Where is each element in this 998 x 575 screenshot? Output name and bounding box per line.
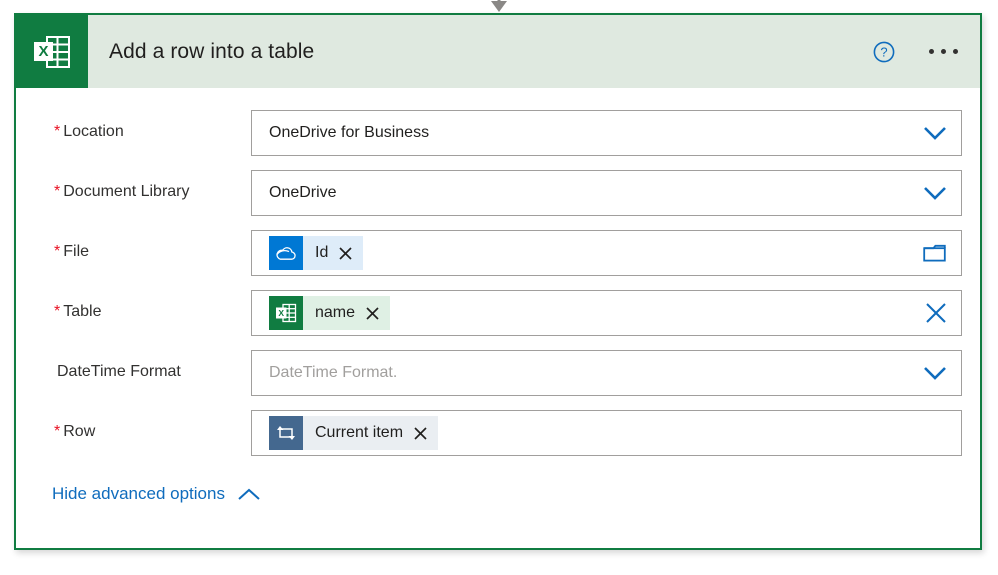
connector-arrow: [491, 0, 507, 12]
field-label-location: * Location: [34, 110, 251, 141]
token-text-file: Id: [315, 244, 329, 261]
card-title: Add a row into a table: [109, 39, 315, 63]
field-row-document-library: * Document Library OneDrive: [34, 170, 962, 216]
excel-icon: X: [269, 296, 303, 330]
card-header[interactable]: X Add a row into a table ?: [16, 15, 980, 88]
token-body-row: Current item: [303, 416, 439, 450]
field-label-document-library: * Document Library: [34, 170, 251, 201]
field-label-row: * Row: [34, 410, 251, 441]
datetime-format-placeholder: DateTime Format.: [269, 364, 398, 381]
field-row-table: * Table X name: [34, 290, 962, 336]
chevron-down-icon[interactable]: [923, 111, 947, 155]
location-value: OneDrive for Business: [269, 124, 430, 141]
row-input[interactable]: Current item: [251, 410, 962, 456]
file-input[interactable]: Id: [251, 230, 962, 276]
token-body-file: Id: [303, 236, 364, 270]
required-marker: *: [54, 183, 61, 200]
clear-x-icon[interactable]: [925, 291, 947, 335]
chevron-down-icon[interactable]: [923, 351, 947, 395]
field-label-file: * File: [34, 230, 251, 261]
onedrive-cloud-icon: [269, 236, 303, 270]
document-library-value: OneDrive: [269, 184, 337, 201]
help-circle-icon[interactable]: ?: [873, 41, 895, 63]
hide-advanced-options-label: Hide advanced options: [52, 484, 225, 503]
label-text: Document Library: [63, 183, 190, 200]
label-text: Location: [63, 123, 124, 140]
hide-advanced-options-link[interactable]: Hide advanced options: [52, 484, 261, 504]
token-chip-table[interactable]: X name: [269, 296, 391, 330]
excel-icon: X: [16, 15, 88, 88]
svg-text:X: X: [38, 43, 48, 60]
folder-icon[interactable]: [923, 231, 947, 275]
field-label-datetime-format: DateTime Format: [34, 350, 251, 381]
svg-text:?: ?: [880, 44, 887, 59]
field-row-datetime-format: DateTime Format DateTime Format.: [34, 350, 962, 396]
card-header-actions: ?: [873, 15, 960, 88]
datetime-format-dropdown[interactable]: DateTime Format.: [251, 350, 962, 396]
label-text: File: [63, 243, 90, 260]
close-icon[interactable]: [366, 306, 379, 320]
label-text: Row: [63, 423, 96, 440]
action-card: X Add a row into a table ? * Location One…: [14, 13, 982, 550]
required-marker: *: [54, 303, 61, 320]
token-body-table: name: [303, 296, 391, 330]
required-marker: *: [54, 423, 61, 440]
token-text-row: Current item: [315, 424, 404, 441]
field-row-row: * Row Current item: [34, 410, 962, 456]
chevron-down-icon[interactable]: [923, 171, 947, 215]
card-body: * Location OneDrive for Business * Documen…: [16, 88, 980, 504]
location-dropdown[interactable]: OneDrive for Business: [251, 110, 962, 156]
apply-to-each-loop-icon: [269, 416, 303, 450]
token-text-table: name: [315, 304, 356, 321]
document-library-dropdown[interactable]: OneDrive: [251, 170, 962, 216]
close-icon[interactable]: [339, 246, 352, 260]
ellipsis-icon[interactable]: [927, 43, 960, 60]
svg-text:X: X: [278, 308, 284, 318]
required-marker: *: [54, 123, 61, 140]
field-row-location: * Location OneDrive for Business: [34, 110, 962, 156]
required-marker: *: [54, 243, 61, 260]
field-label-table: * Table: [34, 290, 251, 321]
table-input[interactable]: X name: [251, 290, 962, 336]
token-chip-row[interactable]: Current item: [269, 416, 439, 450]
token-chip-file[interactable]: Id: [269, 236, 364, 270]
field-row-file: * File Id: [34, 230, 962, 276]
label-text: DateTime Format: [57, 363, 181, 380]
close-icon[interactable]: [414, 426, 427, 440]
label-text: Table: [63, 303, 102, 320]
chevron-up-icon: [238, 488, 260, 500]
